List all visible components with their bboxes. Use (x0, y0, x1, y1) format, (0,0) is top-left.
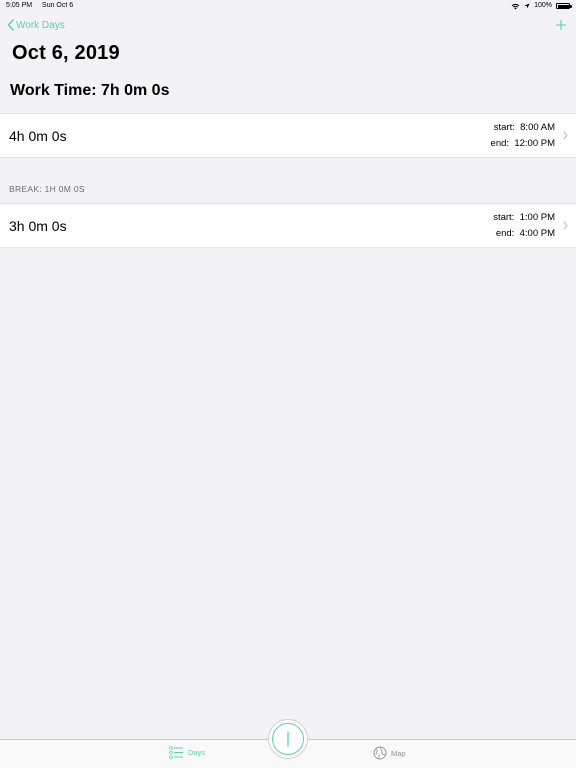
entry-times-group: start: 8:00 AM end: 12:00 PM (491, 120, 568, 152)
status-time: 5:05 PM (6, 2, 33, 9)
tab-days-label: Days (188, 748, 206, 757)
entry-end: end: 4:00 PM (493, 226, 555, 242)
entry-duration: 4h 0m 0s (9, 127, 67, 144)
chevron-right-icon (563, 221, 568, 230)
location-icon (524, 3, 530, 9)
start-time: 1:00 PM (519, 211, 555, 223)
work-entry-row[interactable]: 4h 0m 0s start: 8:00 AM end: 12:00 PM (0, 113, 576, 158)
start-time: 8:00 AM (520, 121, 555, 133)
entry-start: start: 8:00 AM (491, 120, 555, 136)
chevron-left-icon (7, 19, 14, 31)
status-left: 5:05 PM Sun Oct 6 (6, 0, 81, 12)
tab-map[interactable]: Map (373, 746, 406, 760)
end-time: 4:00 PM (519, 227, 555, 239)
add-button[interactable] (556, 20, 566, 30)
battery-icon (556, 3, 572, 9)
entry-duration: 3h 0m 0s (9, 217, 67, 234)
power-icon (287, 731, 289, 747)
end-label: end: (490, 137, 510, 149)
status-right: 100% (511, 0, 572, 12)
plus-icon (556, 20, 566, 30)
entry-times: start: 8:00 AM end: 12:00 PM (491, 120, 555, 152)
work-time-total: Work Time: 7h 0m 0s (10, 82, 170, 99)
status-bar: 5:05 PM Sun Oct 6 100% (0, 0, 576, 12)
page-title: Oct 6, 2019 (12, 42, 120, 64)
status-date: Sun Oct 6 (42, 2, 74, 9)
entry-times-group: start: 1:00 PM end: 4:00 PM (493, 210, 568, 242)
wifi-icon (511, 3, 520, 9)
start-label: start: (493, 121, 515, 133)
tab-days[interactable]: Days (169, 746, 205, 759)
nav-bar: Work Days (0, 14, 576, 36)
end-label: end: (495, 227, 515, 239)
break-section-header: BREAK: 1H 0M 0S (9, 184, 85, 194)
tab-map-label: Map (391, 748, 406, 758)
power-button-ring (272, 723, 304, 755)
entry-times: start: 1:00 PM end: 4:00 PM (493, 210, 555, 242)
power-button[interactable] (268, 719, 308, 759)
end-time: 12:00 PM (514, 137, 555, 149)
back-label: Work Days (16, 19, 65, 31)
list-icon (169, 746, 183, 759)
work-entry-row[interactable]: 3h 0m 0s start: 1:00 PM end: 4:00 PM (0, 203, 576, 248)
globe-icon (373, 746, 387, 760)
battery-percent: 100% (534, 2, 552, 9)
start-label: start: (493, 211, 515, 223)
entry-end: end: 12:00 PM (491, 136, 555, 152)
entry-start: start: 1:00 PM (493, 210, 555, 226)
chevron-right-icon (563, 131, 568, 140)
back-button[interactable]: Work Days (7, 19, 65, 31)
